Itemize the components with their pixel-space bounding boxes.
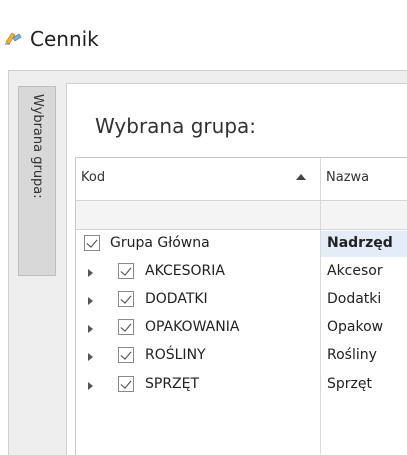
row-kod: AKCESORIA	[145, 263, 225, 279]
row-kod: ROŚLINY	[145, 347, 206, 363]
row-kod: DODATKI	[145, 291, 208, 307]
row-checkbox[interactable]	[118, 291, 134, 307]
expand-arrow-icon[interactable]	[88, 325, 93, 333]
row-nazwa: Rośliny	[327, 347, 377, 363]
row-kod: SPRZĘT	[145, 376, 200, 392]
window-title: Cennik	[30, 27, 99, 51]
row-nazwa: Sprzęt	[327, 376, 372, 392]
table-row[interactable]: ROŚLINY Rośliny	[76, 341, 407, 373]
filter-row[interactable]	[76, 201, 407, 230]
expand-arrow-icon[interactable]	[88, 353, 93, 361]
row-kod: Grupa Główna	[110, 235, 210, 251]
table-row[interactable]: SPRZĘT Sprzęt	[76, 370, 407, 402]
window-titlebar: Cennik	[0, 0, 407, 70]
row-checkbox[interactable]	[118, 347, 134, 363]
expand-arrow-icon[interactable]	[88, 297, 93, 305]
row-checkbox[interactable]	[118, 263, 134, 279]
column-header-nazwa[interactable]: Nazwa	[326, 170, 369, 186]
row-nazwa: Dodatki	[327, 291, 382, 307]
sort-ascending-icon[interactable]	[296, 174, 306, 180]
price-list-icon	[5, 32, 22, 45]
expand-arrow-icon[interactable]	[88, 269, 93, 277]
panel-heading: Wybrana grupa:	[95, 114, 257, 138]
row-kod: OPAKOWANIA	[145, 319, 240, 335]
side-tab-label: Wybrana grupa:	[30, 94, 45, 199]
expand-arrow-icon[interactable]	[88, 382, 93, 390]
row-checkbox[interactable]	[118, 319, 134, 335]
row-checkbox[interactable]	[84, 235, 100, 251]
row-nazwa: Akcesor	[327, 263, 383, 279]
row-checkbox[interactable]	[118, 376, 134, 392]
row-nazwa: Opakow	[327, 319, 384, 335]
column-header-kod[interactable]: Kod	[81, 170, 105, 186]
row-nazwa: Nadrzęd	[327, 235, 393, 251]
filter-divider	[320, 201, 321, 229]
